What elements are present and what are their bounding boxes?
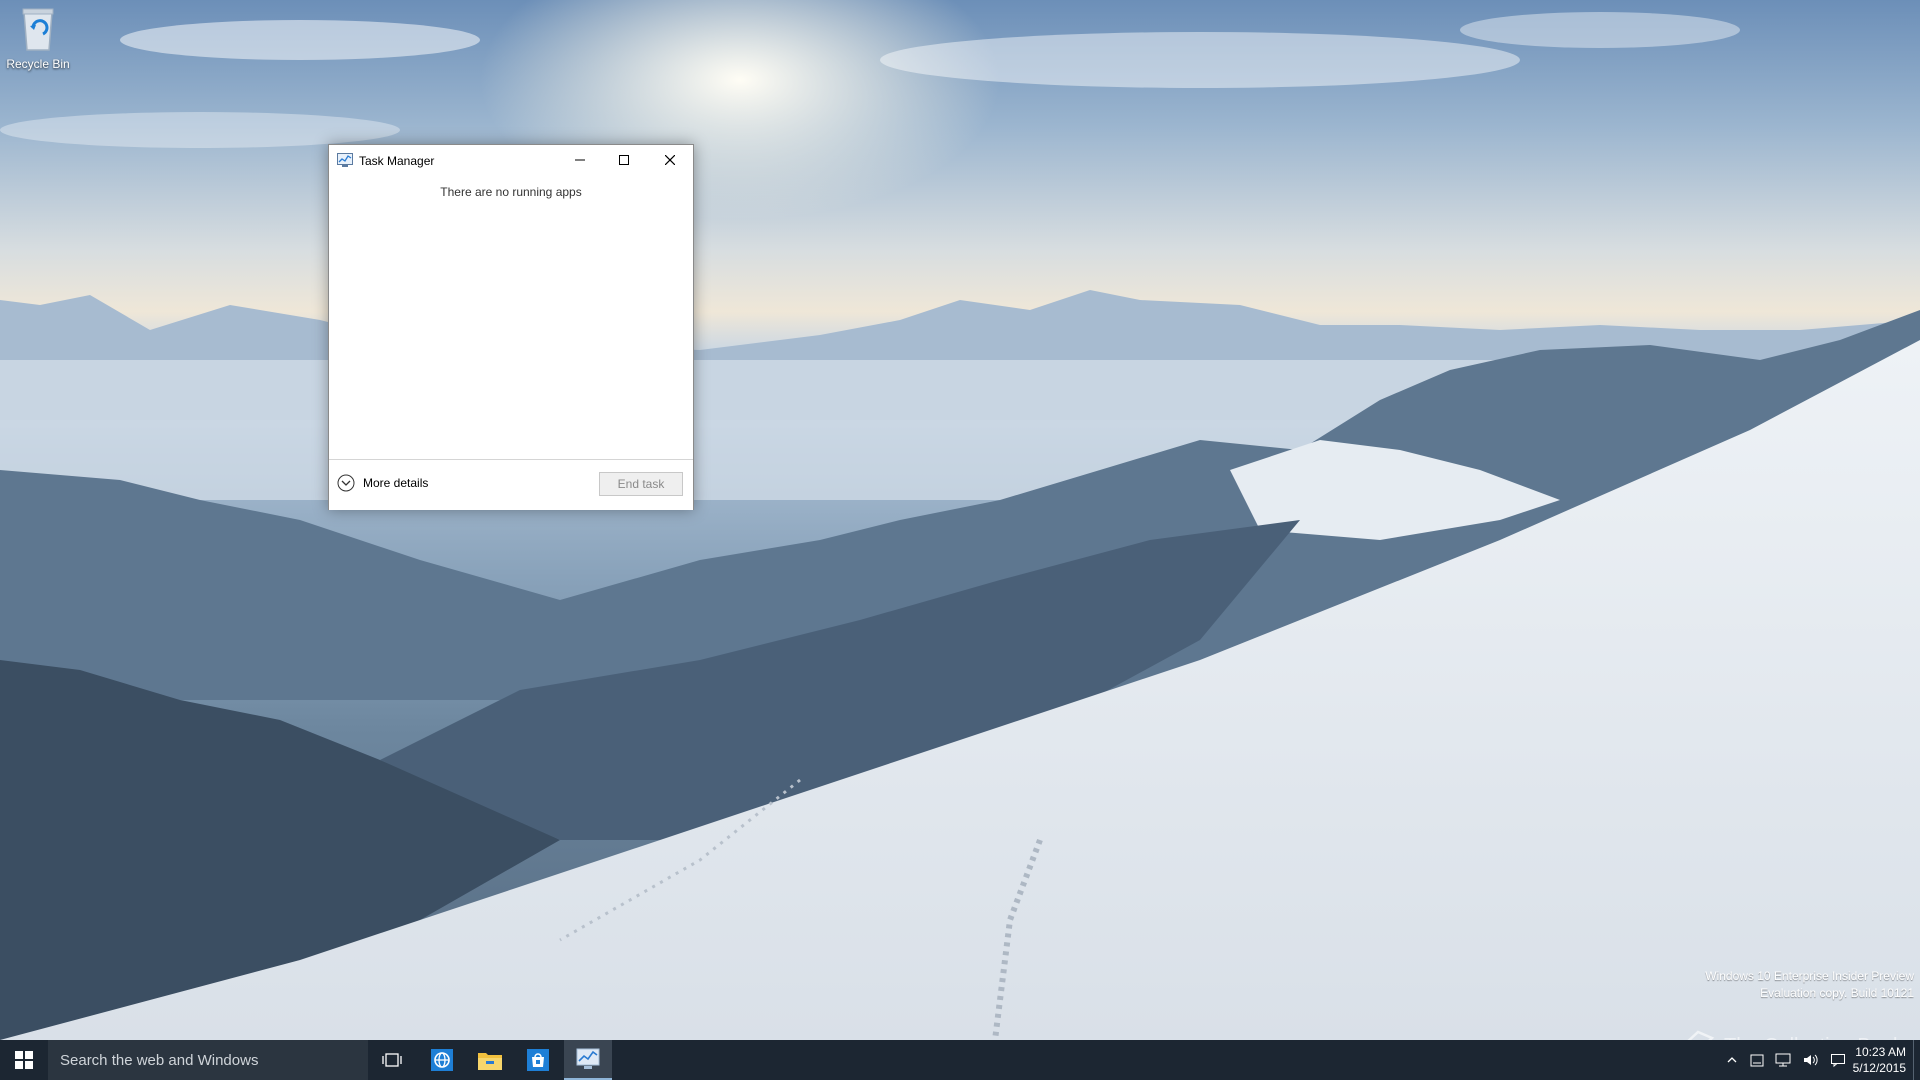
desktop-icon-label: Recycle Bin <box>6 57 70 71</box>
wallpaper <box>0 0 1920 1040</box>
task-view-button[interactable] <box>370 1040 414 1080</box>
clock-time: 10:23 AM <box>1855 1045 1906 1059</box>
maximize-icon <box>619 155 629 165</box>
windows-watermark: Windows 10 Enterprise Insider Preview Ev… <box>1705 968 1914 1002</box>
show-desktop-button[interactable] <box>1913 1040 1920 1080</box>
more-details-label: More details <box>363 476 429 490</box>
task-view-icon <box>382 1053 402 1067</box>
close-icon <box>665 155 675 165</box>
taskbar: Search the web and Windows 10:23 AM 5/12… <box>0 1040 1920 1080</box>
network-icon[interactable] <box>1774 1052 1792 1068</box>
keyboard-icon[interactable] <box>1750 1052 1764 1068</box>
windows-logo-icon <box>15 1051 33 1069</box>
more-details-button[interactable]: More details <box>337 474 428 492</box>
start-button[interactable] <box>0 1040 48 1080</box>
taskbar-file-explorer[interactable] <box>466 1040 514 1080</box>
file-explorer-icon <box>478 1053 502 1070</box>
task-manager-icon <box>337 153 353 167</box>
close-button[interactable] <box>647 145 693 175</box>
search-placeholder: Search the web and Windows <box>60 1051 259 1069</box>
end-task-button[interactable]: End task <box>599 472 683 496</box>
recycle-bin-icon <box>22 8 54 51</box>
taskbar-task-manager[interactable] <box>564 1040 612 1080</box>
minimize-button[interactable] <box>557 145 603 175</box>
title-bar[interactable]: Task Manager <box>329 145 693 175</box>
taskbar-clock[interactable]: 10:23 AM 5/12/2015 <box>1853 1044 1906 1076</box>
internet-explorer-icon <box>431 1049 453 1071</box>
minimize-icon <box>575 159 585 161</box>
watermark-edition: Windows 10 Enterprise Insider Preview <box>1705 969 1914 983</box>
task-manager-window: Task Manager There are no running apps M… <box>328 144 694 510</box>
system-tray <box>1726 1040 1846 1080</box>
taskbar-store[interactable] <box>514 1040 562 1080</box>
no-apps-message: There are no running apps <box>440 185 582 199</box>
clock-date: 5/12/2015 <box>1852 1061 1906 1075</box>
maximize-button[interactable] <box>601 145 647 175</box>
chevron-down-icon <box>337 474 355 492</box>
volume-icon[interactable] <box>1802 1052 1820 1068</box>
desktop: Recycle Bin Windows 10 Enterprise Inside… <box>0 0 1920 1040</box>
task-manager-icon <box>576 1048 600 1069</box>
taskbar-internet-explorer[interactable] <box>418 1040 466 1080</box>
watermark-build: Evaluation copy. Build 10121 <box>1760 986 1914 1000</box>
chevron-up-icon[interactable] <box>1726 1054 1738 1066</box>
window-title: Task Manager <box>359 154 435 168</box>
store-icon <box>527 1049 549 1071</box>
search-box[interactable]: Search the web and Windows <box>48 1040 368 1080</box>
window-footer: More details End task <box>329 459 693 510</box>
desktop-icon-recycle-bin[interactable]: Recycle Bin <box>4 6 72 71</box>
action-center-icon[interactable] <box>1830 1052 1846 1068</box>
